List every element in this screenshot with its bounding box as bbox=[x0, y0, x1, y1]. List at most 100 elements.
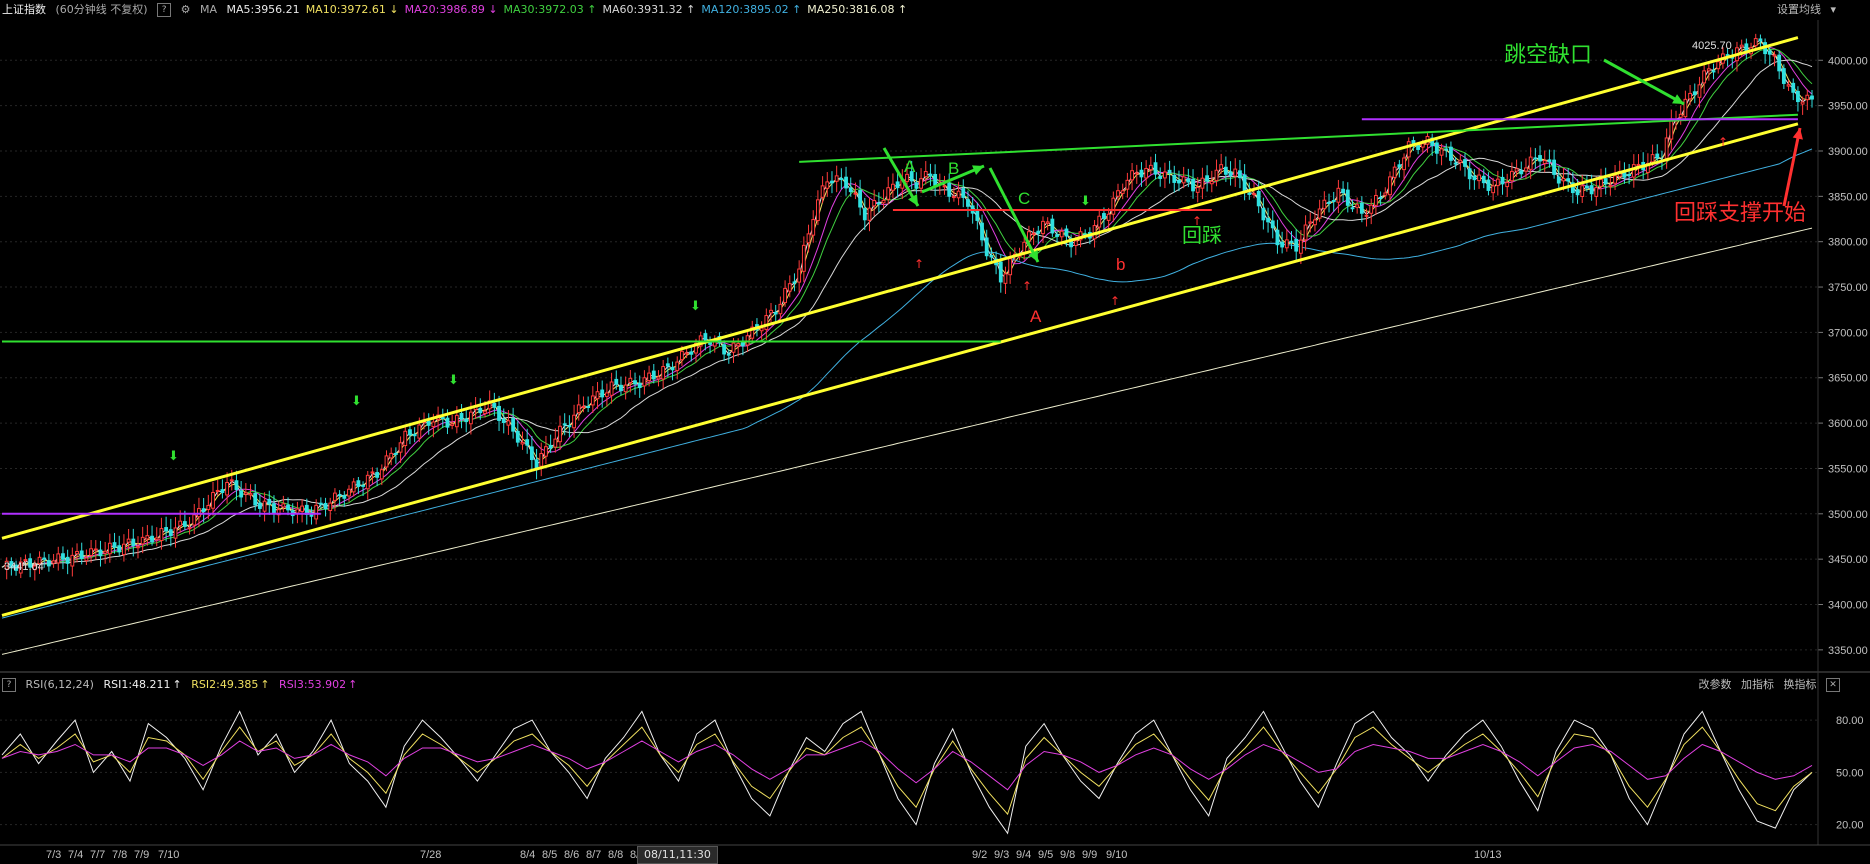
candle-body bbox=[619, 384, 623, 392]
close-icon[interactable]: ✕ bbox=[1826, 678, 1840, 692]
rsi-help-icon[interactable]: ? bbox=[2, 678, 16, 692]
candle-body bbox=[159, 528, 164, 541]
ma-line-ma20 bbox=[1, 45, 1813, 568]
candle-body bbox=[858, 189, 863, 208]
up-arrow-icon: ↑ bbox=[1022, 279, 1032, 293]
time-tick-label: 7/28 bbox=[420, 849, 441, 861]
candle-body bbox=[801, 244, 806, 272]
candle-body bbox=[1477, 174, 1481, 182]
candle-body bbox=[1467, 168, 1472, 180]
support-annotation: 回踩支撑开始 bbox=[1674, 200, 1806, 225]
ma-value-1: MA10:3972.61 ↓ bbox=[305, 3, 399, 16]
index-title[interactable]: 上证指数 bbox=[2, 0, 46, 20]
candle-body bbox=[600, 389, 605, 398]
candle-body bbox=[295, 508, 300, 514]
candle-body bbox=[243, 492, 248, 495]
rsi1-value: RSI1:48.211 bbox=[103, 678, 171, 691]
candle-body bbox=[164, 527, 169, 532]
candle-body bbox=[1275, 229, 1280, 246]
candle-body bbox=[914, 182, 919, 189]
price-tick-label: 3350.00 bbox=[1828, 645, 1868, 657]
candle-body bbox=[1711, 70, 1716, 73]
candle-body bbox=[417, 424, 422, 439]
help-icon[interactable]: ? bbox=[157, 3, 172, 17]
up-arrow-icon: ↑ bbox=[260, 678, 270, 691]
add-indicator-button[interactable]: 加指标 bbox=[1741, 676, 1774, 694]
candle-body bbox=[1102, 213, 1106, 219]
candle-body bbox=[469, 411, 473, 425]
time-tick-label: 9/4 bbox=[1016, 849, 1031, 861]
gear-icon[interactable]: ⚙ bbox=[181, 0, 191, 20]
candle-body bbox=[154, 537, 159, 541]
candle-body bbox=[131, 538, 136, 547]
down-arrow-icon: ⬇ bbox=[168, 449, 179, 464]
candle-body bbox=[122, 543, 126, 556]
candle-body bbox=[567, 425, 572, 428]
candle-body bbox=[881, 199, 886, 204]
candle-body bbox=[1162, 171, 1167, 179]
candle-body bbox=[562, 423, 567, 426]
candle-body bbox=[286, 504, 290, 511]
candle-body bbox=[581, 406, 586, 409]
candle-body bbox=[876, 202, 881, 205]
candle-body bbox=[1411, 140, 1416, 144]
price-tick-label: 3900.00 bbox=[1828, 146, 1868, 158]
candle-body bbox=[356, 480, 361, 487]
candle-body bbox=[1284, 239, 1289, 249]
candle-body bbox=[1528, 156, 1533, 170]
candle-body bbox=[501, 418, 506, 424]
candle-body bbox=[1317, 208, 1322, 219]
trendline-lower-channel[interactable] bbox=[1, 122, 1799, 617]
candle-body bbox=[408, 429, 412, 436]
low-price-label: 3441.04 bbox=[4, 561, 44, 573]
up-arrow-icon: ↑ bbox=[1110, 294, 1120, 308]
candle-body bbox=[773, 312, 778, 315]
trendline-upper-channel[interactable] bbox=[1, 36, 1799, 540]
price-tick-label: 3550.00 bbox=[1828, 463, 1868, 475]
time-tick-label: 7/3 bbox=[46, 849, 61, 861]
time-tick-label: 7/10 bbox=[158, 849, 179, 861]
candle-body bbox=[168, 529, 173, 537]
price-tick-label: 3850.00 bbox=[1828, 191, 1868, 203]
candle-body bbox=[1805, 94, 1810, 101]
candle-body bbox=[726, 353, 731, 356]
candle-body bbox=[1585, 185, 1589, 189]
time-tick-label: 8/4 bbox=[520, 849, 535, 861]
candle-body bbox=[576, 404, 581, 414]
candle-body bbox=[46, 560, 51, 567]
time-tick-label: 7/7 bbox=[90, 849, 105, 861]
candle-body bbox=[769, 309, 773, 314]
time-tick-label: 7/9 bbox=[134, 849, 149, 861]
candle-body bbox=[1786, 84, 1791, 87]
period-label: (60分钟线 不复权) bbox=[55, 3, 148, 16]
candle-body bbox=[1589, 185, 1594, 195]
candle-body bbox=[1655, 153, 1660, 159]
ma-line-ma10 bbox=[1, 41, 1813, 568]
candle-body bbox=[1219, 164, 1224, 170]
candle-body bbox=[998, 261, 1003, 283]
candle-body bbox=[736, 343, 741, 347]
candle-body bbox=[370, 471, 375, 474]
chevron-down-icon: ▾ bbox=[1830, 3, 1836, 16]
candle-body bbox=[548, 444, 553, 449]
candle-body bbox=[684, 352, 689, 355]
time-tick-label: 8/7 bbox=[586, 849, 601, 861]
candle-body bbox=[1453, 162, 1458, 165]
change-params-button[interactable]: 改参数 bbox=[1699, 676, 1732, 694]
candle-body bbox=[830, 180, 834, 184]
candle-body bbox=[1608, 185, 1613, 188]
candle-body bbox=[689, 351, 694, 355]
candle-body bbox=[70, 554, 75, 567]
settings-ma-button[interactable]: 设置均线 ▾ bbox=[1777, 0, 1842, 20]
candle-body bbox=[1036, 230, 1041, 234]
candle-body bbox=[384, 455, 389, 468]
candle-body bbox=[459, 412, 464, 420]
candle-body bbox=[1444, 148, 1449, 151]
switch-indicator-button[interactable]: 换指标 bbox=[1784, 676, 1817, 694]
candle-body bbox=[1434, 142, 1439, 154]
price-tick-label: 3650.00 bbox=[1828, 373, 1868, 385]
candle-body bbox=[665, 363, 670, 367]
candle-body bbox=[257, 502, 262, 509]
price-chart[interactable]: 3350.00 3400.00 3450.00 3500.00 3550.00 3600.… bbox=[0, 0, 1870, 863]
candle-body bbox=[206, 505, 211, 510]
